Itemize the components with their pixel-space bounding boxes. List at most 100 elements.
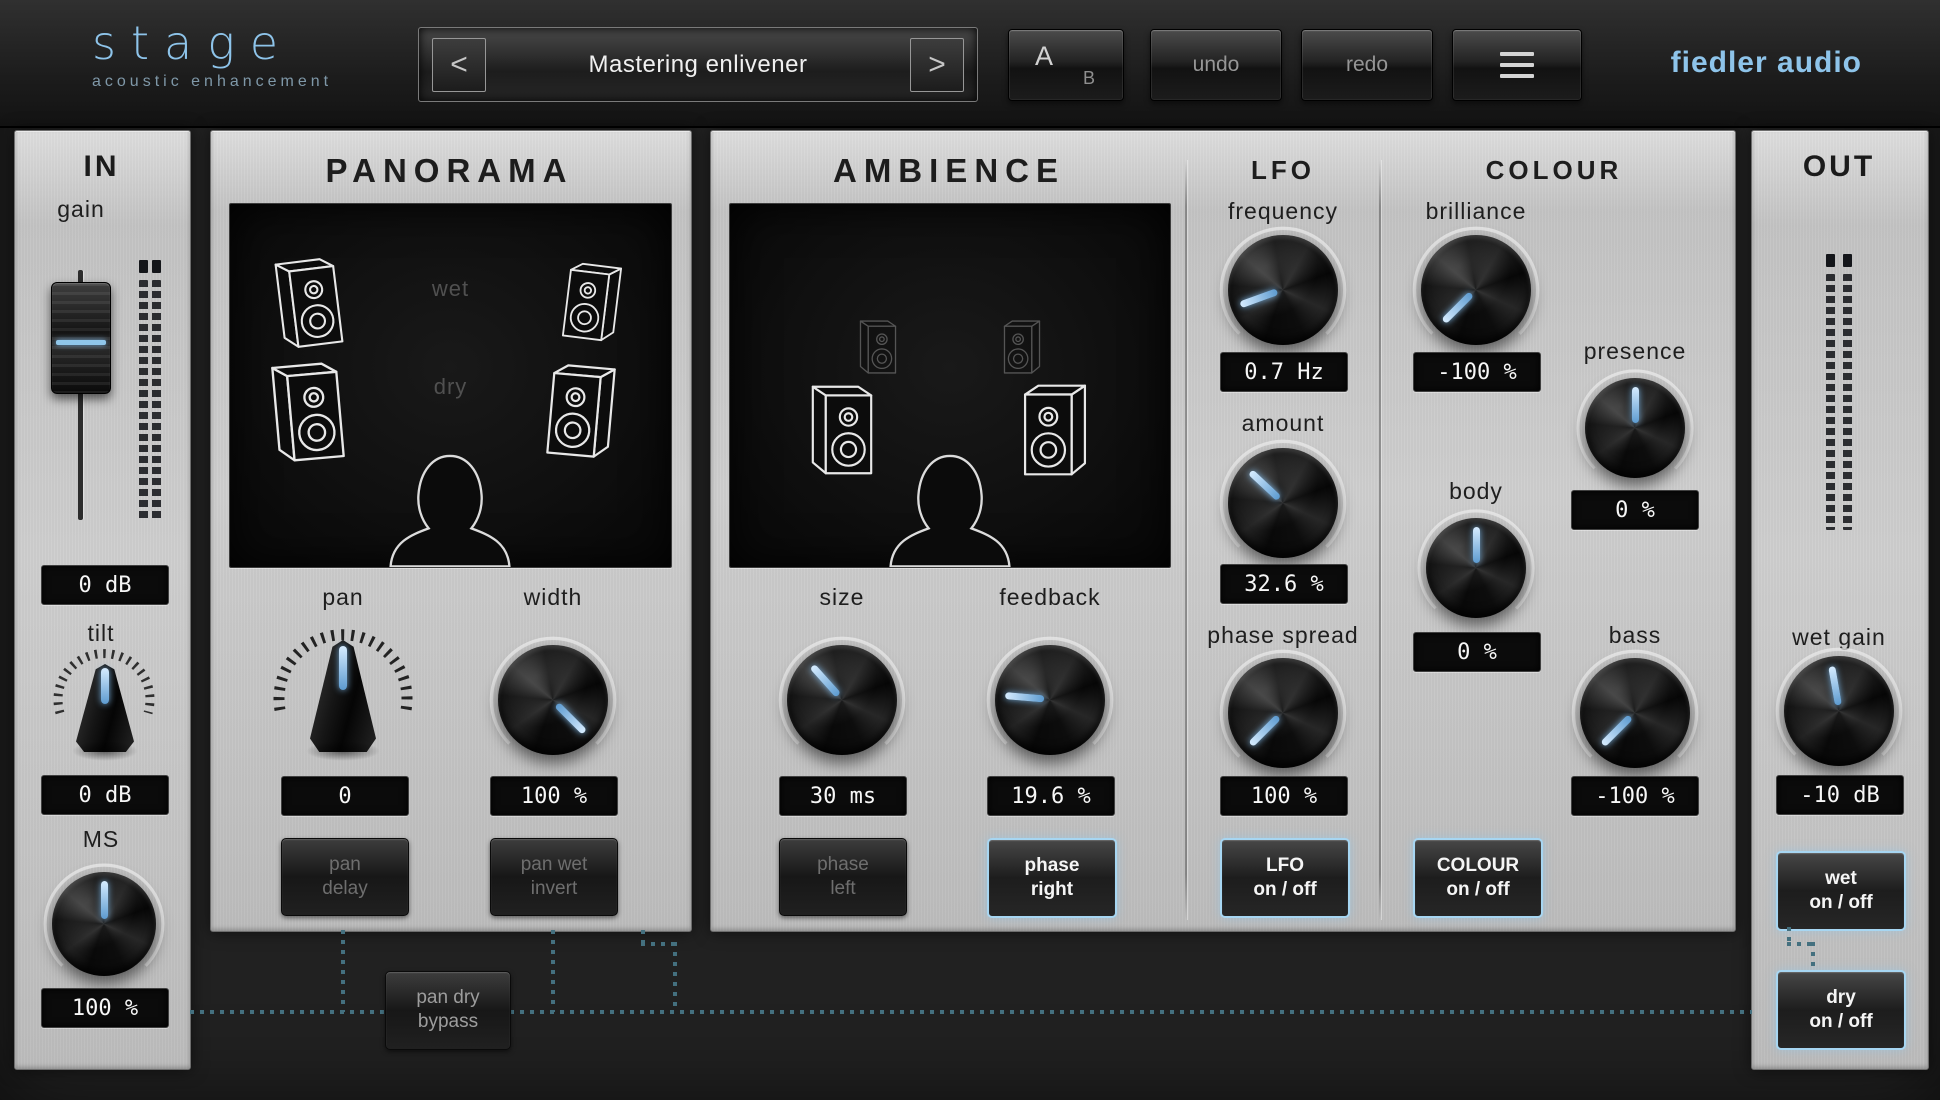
width-knob[interactable] bbox=[489, 636, 617, 764]
dry-onoff-label-1: dry bbox=[1826, 986, 1856, 1008]
speaker-icon bbox=[536, 357, 627, 466]
tilt-value: 0 dB bbox=[41, 775, 169, 815]
presence-label: presence bbox=[1583, 338, 1687, 364]
panorama-display: wet dry bbox=[229, 203, 672, 568]
body-value: 0 % bbox=[1413, 632, 1541, 672]
menu-button[interactable] bbox=[1452, 29, 1582, 101]
tilt-label: tilt bbox=[87, 620, 115, 646]
app-tagline: acoustic enhancement bbox=[92, 73, 333, 90]
speaker-icon bbox=[258, 354, 357, 469]
colour-onoff-label-2: on / off bbox=[1446, 878, 1510, 900]
out-meter-right bbox=[1843, 274, 1852, 530]
ambience-display bbox=[729, 203, 1171, 568]
lfo-onoff-label-1: LFO bbox=[1266, 854, 1304, 876]
gain-fader[interactable] bbox=[51, 282, 111, 394]
wet-gain-knob-pointer bbox=[1827, 665, 1842, 707]
tilt-knob[interactable] bbox=[72, 664, 138, 761]
bass-value: -100 % bbox=[1571, 776, 1699, 816]
pan-dry-bypass-button[interactable]: pan dry bypass bbox=[385, 971, 511, 1050]
undo-button[interactable]: undo bbox=[1150, 29, 1282, 101]
pan-knob-pointer bbox=[339, 645, 347, 691]
in-clip-indicator-right bbox=[152, 260, 161, 273]
phase-spread-value: 100 % bbox=[1220, 776, 1348, 816]
brilliance-knob-pointer bbox=[1441, 291, 1475, 325]
phase-spread-knob-pointer bbox=[1248, 714, 1282, 748]
ms-knob-pointer bbox=[100, 881, 108, 919]
phase-left-button[interactable]: phase left bbox=[779, 838, 907, 916]
size-knob[interactable] bbox=[778, 636, 906, 764]
ambience-title: AMBIENCE bbox=[832, 152, 1065, 189]
dry-onoff-button[interactable]: dry on / off bbox=[1776, 970, 1906, 1050]
app-title: stage bbox=[92, 16, 294, 70]
out-clip-indicator-right bbox=[1843, 254, 1852, 267]
phase-right-label-2: right bbox=[1030, 878, 1074, 900]
feedback-value: 19.6 % bbox=[987, 776, 1115, 816]
hamburger-menu-icon bbox=[1500, 52, 1534, 78]
phase-spread-knob[interactable] bbox=[1219, 649, 1347, 777]
pan-knob[interactable] bbox=[306, 640, 380, 761]
pan-wet-invert-button[interactable]: pan wet invert bbox=[490, 838, 618, 916]
body-knob[interactable] bbox=[1417, 509, 1535, 627]
width-knob-pointer bbox=[554, 701, 588, 735]
feedback-knob-pointer bbox=[1004, 692, 1045, 704]
in-title: IN bbox=[83, 150, 120, 183]
wet-gain-knob[interactable] bbox=[1775, 647, 1903, 775]
colour-onoff-button[interactable]: COLOUR on / off bbox=[1413, 838, 1543, 918]
bass-knob[interactable] bbox=[1571, 649, 1699, 777]
pan-delay-label-1: pan bbox=[329, 853, 361, 875]
plugin-window: stage acoustic enhancement < Mastering e… bbox=[0, 0, 1940, 1100]
listener-head-icon bbox=[885, 447, 1015, 567]
wet-onoff-label-2: on / off bbox=[1809, 891, 1873, 913]
size-label: size bbox=[819, 584, 865, 610]
pan-delay-button[interactable]: pan delay bbox=[281, 838, 409, 916]
pan-dry-bypass-label-2: bypass bbox=[417, 1011, 479, 1032]
redo-button[interactable]: redo bbox=[1301, 29, 1433, 101]
out-title: OUT bbox=[1802, 150, 1876, 183]
ms-label: MS bbox=[82, 826, 120, 852]
signal-path-width-stub bbox=[551, 930, 555, 1012]
app-logo: stage acoustic enhancement bbox=[92, 16, 332, 91]
brand-logo: fiedler audio bbox=[1670, 46, 1862, 79]
gain-label: gain bbox=[57, 196, 105, 222]
signal-path-out-stub-2 bbox=[1811, 942, 1815, 972]
dry-onoff-label-2: on / off bbox=[1809, 1010, 1873, 1032]
tilt-knob-pointer bbox=[101, 668, 109, 704]
phase-left-label-2: left bbox=[830, 877, 856, 899]
ms-knob[interactable] bbox=[43, 863, 165, 985]
feedback-knob[interactable] bbox=[986, 636, 1114, 764]
colour-onoff-label-1: COLOUR bbox=[1436, 854, 1520, 876]
brilliance-knob[interactable] bbox=[1412, 226, 1540, 354]
speaker-icon bbox=[802, 374, 882, 486]
signal-path-pan-stub bbox=[341, 930, 345, 1012]
panorama-title: PANORAMA bbox=[325, 152, 574, 189]
lfo-onoff-button[interactable]: LFO on / off bbox=[1220, 838, 1350, 918]
wet-onoff-button[interactable]: wet on / off bbox=[1776, 851, 1906, 931]
presence-knob-pointer bbox=[1631, 387, 1639, 423]
lfo-title: LFO bbox=[1251, 155, 1315, 185]
fader-position-line bbox=[56, 340, 106, 345]
pan-wet-invert-label-2: invert bbox=[530, 877, 578, 899]
brilliance-value: -100 % bbox=[1413, 352, 1541, 392]
ms-value: 100 % bbox=[41, 988, 169, 1028]
preset-prev-button[interactable]: < bbox=[432, 38, 486, 92]
amount-value: 32.6 % bbox=[1220, 564, 1348, 604]
frequency-label: frequency bbox=[1227, 198, 1338, 224]
feedback-label: feedback bbox=[999, 584, 1101, 610]
presence-knob[interactable] bbox=[1576, 369, 1694, 487]
width-label: width bbox=[523, 584, 583, 610]
pan-delay-label-2: delay bbox=[322, 877, 368, 899]
frequency-knob-pointer bbox=[1239, 288, 1280, 309]
preset-name[interactable]: Mastering enlivener bbox=[489, 28, 907, 101]
amount-knob[interactable] bbox=[1219, 439, 1347, 567]
preset-next-button[interactable]: > bbox=[910, 38, 964, 92]
colour-title: COLOUR bbox=[1485, 155, 1623, 185]
wet-gain-value: -10 dB bbox=[1776, 775, 1904, 815]
ab-compare-button[interactable]: A B bbox=[1008, 29, 1124, 101]
size-value: 30 ms bbox=[779, 776, 907, 816]
phase-right-button[interactable]: phase right bbox=[987, 838, 1117, 918]
frequency-knob[interactable] bbox=[1219, 226, 1347, 354]
in-meter-right bbox=[152, 280, 161, 522]
body-label: body bbox=[1449, 478, 1503, 504]
phase-right-label-1: phase bbox=[1024, 854, 1080, 876]
pan-dry-bypass-label-1: pan dry bbox=[416, 987, 480, 1009]
